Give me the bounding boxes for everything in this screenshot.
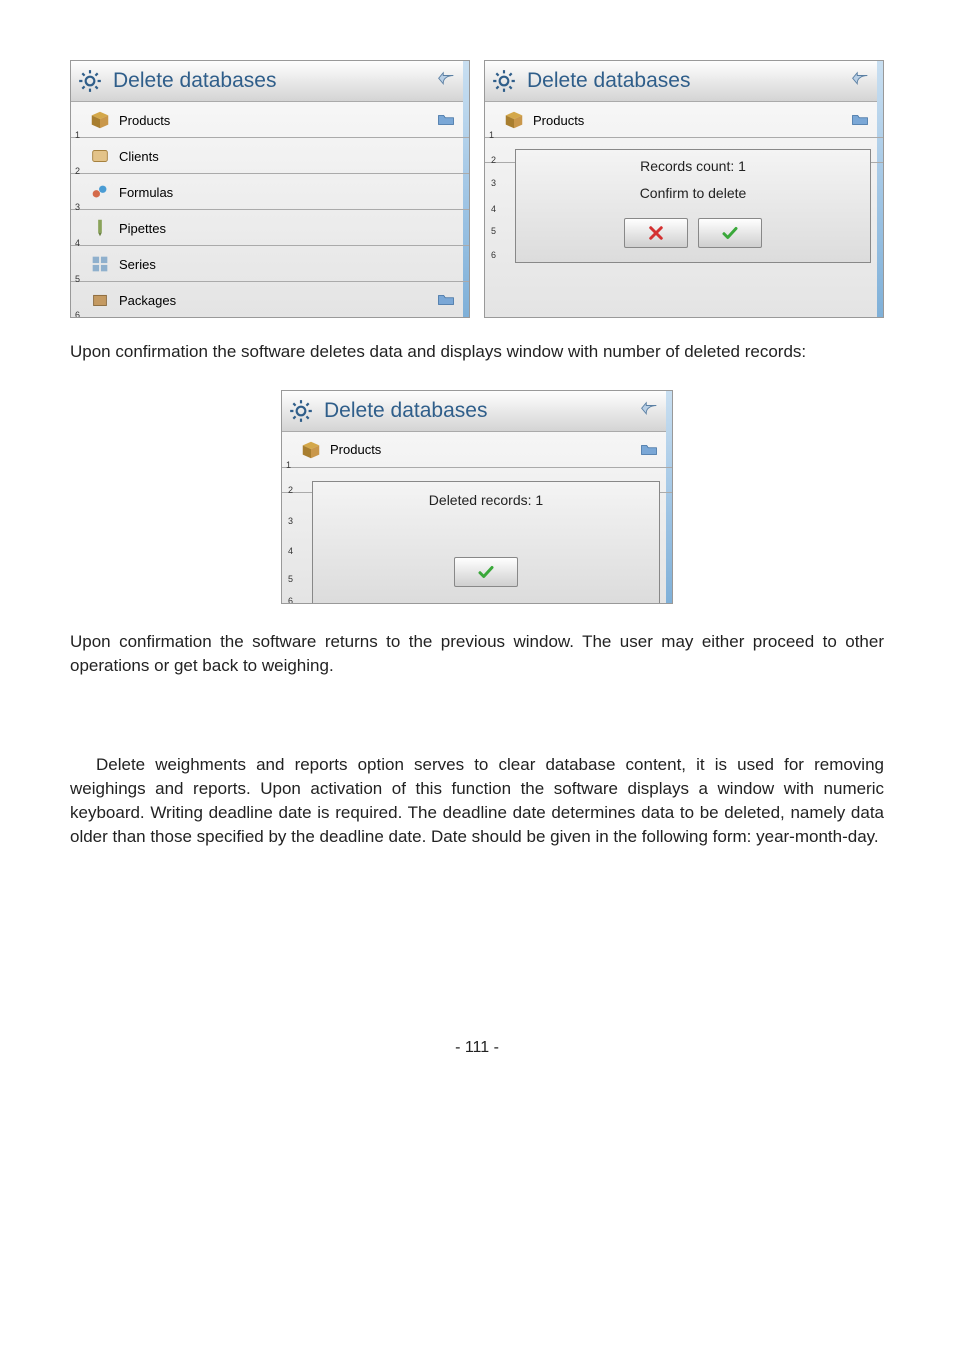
back-arrow-icon[interactable] <box>632 398 666 424</box>
result-dialog: Deleted records: 1 <box>312 481 660 604</box>
panel-header: Delete databases <box>485 61 883 102</box>
clients-icon <box>89 145 111 167</box>
list-item[interactable]: 1Products <box>71 102 469 138</box>
pipettes-icon <box>89 217 111 239</box>
list-item[interactable]: 2Clients <box>71 138 469 174</box>
gear-icon <box>491 68 517 94</box>
back-arrow-icon[interactable] <box>843 68 877 94</box>
panel-title: Delete databases <box>527 69 843 93</box>
folder-open-icon[interactable] <box>431 109 461 131</box>
cancel-button[interactable] <box>624 218 688 248</box>
confirm-button[interactable] <box>698 218 762 248</box>
folder-open-icon[interactable] <box>431 289 461 311</box>
list-item[interactable]: 6Packages <box>71 282 469 317</box>
deleted-records-text: Deleted records: 1 <box>313 490 659 509</box>
list-item[interactable]: 1Products <box>282 432 672 468</box>
cube-icon <box>503 109 525 131</box>
delete-db-list-screenshot: Delete databases 1Products 2Clients 3For… <box>70 60 470 318</box>
cube-icon <box>89 109 111 131</box>
paragraph-1: Upon confirmation the software deletes d… <box>70 340 884 364</box>
confirm-dialog: Records count: 1 Confirm to delete <box>515 149 871 263</box>
list-item[interactable]: 3Formulas <box>71 174 469 210</box>
panel-header: Delete databases <box>71 61 469 102</box>
panel-title: Delete databases <box>324 399 632 423</box>
list-item[interactable]: 1Products <box>485 102 883 138</box>
ok-button[interactable] <box>454 557 518 587</box>
folder-open-icon[interactable] <box>845 109 875 131</box>
top-screenshot-pair: Delete databases 1Products 2Clients 3For… <box>70 60 884 318</box>
formulas-icon <box>89 181 111 203</box>
panel-header: Delete databases <box>282 391 672 432</box>
paragraph-2: Upon confirmation the software returns t… <box>70 630 884 678</box>
list-item[interactable]: 4Pipettes <box>71 210 469 246</box>
confirm-text: Confirm to delete <box>516 183 870 202</box>
paragraph-3: Delete weighments and reports option ser… <box>70 753 884 848</box>
series-icon <box>89 253 111 275</box>
list-item[interactable]: 5Series <box>71 246 469 282</box>
packages-icon <box>89 289 111 311</box>
folder-open-icon[interactable] <box>634 439 664 461</box>
cube-icon <box>300 439 322 461</box>
deleted-result-screenshot: Delete databases 1Products 2 3 4 5 6 Del… <box>281 390 673 604</box>
records-count-text: Records count: 1 <box>516 156 870 175</box>
page-number: - 111 - <box>70 1039 884 1087</box>
confirm-delete-screenshot: Delete databases 1Products 2 3 4 5 6 Rec… <box>484 60 884 318</box>
panel-title: Delete databases <box>113 69 429 93</box>
gear-icon <box>77 68 103 94</box>
back-arrow-icon[interactable] <box>429 68 463 94</box>
gear-icon <box>288 398 314 424</box>
